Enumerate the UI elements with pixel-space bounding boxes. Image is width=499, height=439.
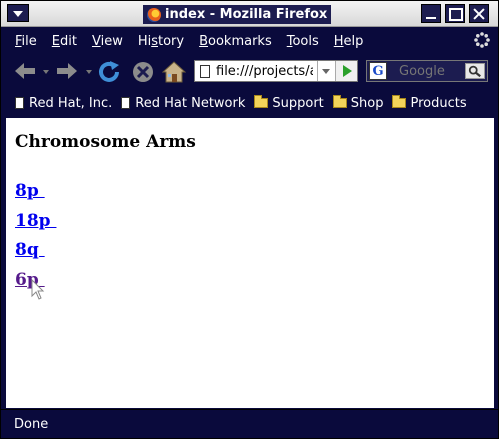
link-8p[interactable]: 8p — [15, 181, 45, 201]
url-input[interactable]: file:///projects/a — [216, 64, 313, 79]
page-icon — [200, 64, 210, 78]
search-bar: G — [366, 60, 488, 82]
forward-arrow-icon[interactable] — [55, 61, 79, 81]
home-icon[interactable] — [162, 61, 186, 83]
browser-window: index - Mozilla Firefox File Edit View H… — [0, 0, 499, 439]
navigation-toolbar: file:///projects/a G — [1, 54, 498, 88]
menu-help[interactable]: Help — [334, 34, 364, 49]
reload-icon[interactable] — [98, 61, 122, 83]
menu-bookmarks[interactable]: Bookmarks — [199, 34, 272, 49]
title-bar: index - Mozilla Firefox — [1, 1, 498, 27]
bookmarks-toolbar: Red Hat, Inc. Red Hat Network Support Sh… — [1, 89, 498, 117]
bookmark-folder-products[interactable]: Products — [392, 95, 467, 111]
close-button[interactable] — [469, 4, 489, 23]
menu-file[interactable]: File — [15, 34, 37, 49]
status-text: Done — [14, 416, 49, 432]
bookmark-folder-shop[interactable]: Shop — [332, 95, 383, 111]
link-8q[interactable]: 8q — [15, 240, 45, 260]
menu-tools[interactable]: Tools — [287, 34, 319, 49]
page-icon — [121, 97, 131, 109]
stop-icon[interactable] — [132, 61, 154, 83]
status-bar: Done — [1, 409, 498, 438]
search-input[interactable] — [399, 62, 469, 80]
search-icon[interactable] — [465, 63, 485, 79]
menu-edit[interactable]: Edit — [52, 34, 77, 49]
folder-icon — [254, 95, 269, 108]
search-engine-icon[interactable]: G — [369, 62, 387, 80]
bookmark-red-hat-network[interactable]: Red Hat Network — [121, 96, 245, 111]
throbber-icon — [474, 32, 490, 48]
back-arrow-icon[interactable] — [13, 61, 37, 81]
forward-history-dropdown-icon[interactable] — [86, 70, 92, 74]
window-menu-button[interactable] — [7, 4, 29, 22]
menu-view[interactable]: View — [92, 34, 123, 49]
page-icon — [15, 97, 24, 109]
minimize-button[interactable] — [421, 4, 441, 23]
url-dropdown-icon[interactable] — [317, 61, 333, 81]
folder-icon — [332, 95, 347, 108]
page-title: Chromosome Arms — [15, 132, 196, 152]
firefox-logo-icon — [147, 7, 161, 22]
page-content: Chromosome Arms 8p 18p 8q 6p — [6, 118, 494, 408]
maximize-button[interactable] — [445, 4, 465, 23]
url-bar[interactable]: file:///projects/a — [194, 60, 358, 82]
bookmark-red-hat-inc[interactable]: Red Hat, Inc. — [15, 96, 112, 111]
link-18p[interactable]: 18p — [15, 211, 56, 231]
go-button[interactable] — [335, 61, 357, 81]
menu-bar: File Edit View History Bookmarks Tools H… — [1, 28, 498, 54]
mouse-cursor-icon — [31, 279, 45, 300]
folder-icon — [392, 95, 407, 108]
menu-history[interactable]: History — [138, 34, 184, 49]
window-title: index - Mozilla Firefox — [165, 7, 328, 22]
bookmark-folder-support[interactable]: Support — [254, 95, 324, 111]
back-history-dropdown-icon[interactable] — [43, 70, 49, 74]
window-title-box: index - Mozilla Firefox — [143, 5, 332, 24]
